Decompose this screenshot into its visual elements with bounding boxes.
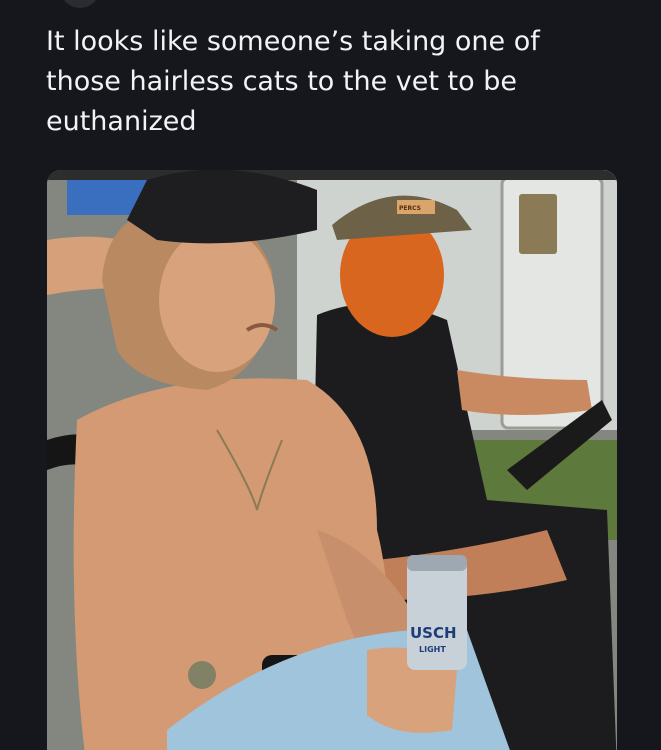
- main-man-cap: [127, 170, 317, 244]
- trailer-window: [519, 194, 557, 254]
- post-screenshot: It looks like someone’s taking one of th…: [0, 0, 661, 750]
- avatar[interactable]: [60, 0, 100, 8]
- beer-can-label: USCH: [410, 624, 457, 642]
- main-man-face: [159, 228, 275, 372]
- beer-can-sublabel: LIGHT: [419, 645, 446, 654]
- tattoo: [188, 661, 216, 689]
- beer-can-top: [407, 555, 467, 571]
- cart-roof: [47, 170, 617, 180]
- post-text: It looks like someone’s taking one of th…: [46, 26, 540, 137]
- cap-badge-text: PERCS: [399, 205, 421, 212]
- photo-illustration: PERCS USCH LIGHT: [47, 170, 617, 750]
- post-photo[interactable]: PERCS USCH LIGHT: [47, 170, 617, 750]
